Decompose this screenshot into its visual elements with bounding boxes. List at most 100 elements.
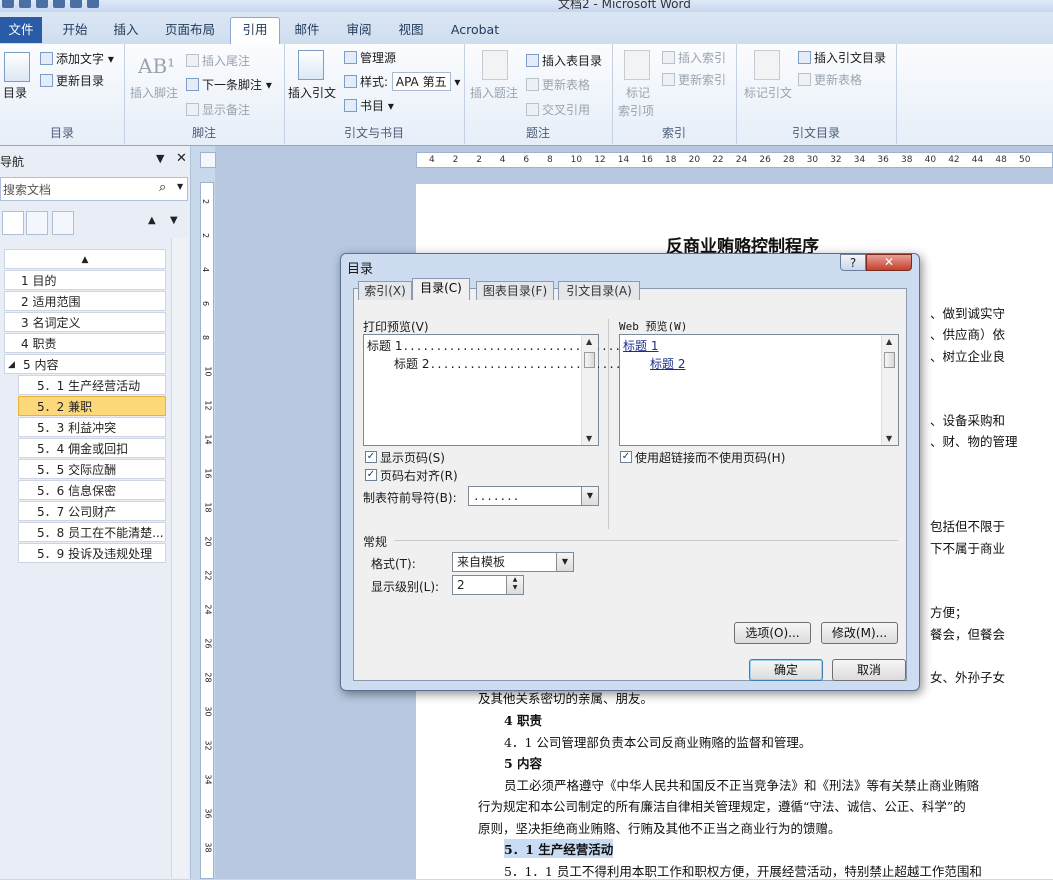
tab-review[interactable]: 审阅 <box>338 18 380 42</box>
chevron-down-icon[interactable]: ▼ <box>581 487 598 505</box>
modify-button[interactable]: 修改(M)... <box>821 622 898 644</box>
style-value[interactable]: APA 第五 <box>391 72 451 91</box>
tab-leader-select[interactable]: ....... ▼ <box>468 486 599 506</box>
preview-icon[interactable] <box>87 0 99 8</box>
insert-index-button[interactable]: 插入索引 <box>662 49 726 66</box>
bibliography-button[interactable]: 书目 ▾ <box>344 97 394 114</box>
tab-references[interactable]: 引用 <box>230 17 280 45</box>
nav-item-3[interactable]: 3 名词定义 <box>4 312 166 332</box>
tab-insert[interactable]: 插入 <box>106 18 146 42</box>
tab-stop-selector[interactable] <box>200 152 216 168</box>
nav-item-5-2[interactable]: 5．2 兼职 <box>18 396 166 416</box>
nav-search-input[interactable]: 搜索文档 ⌕ ▼ <box>0 177 188 201</box>
use-hyperlinks-checkbox[interactable]: ✓ <box>620 451 632 463</box>
update-toc-button[interactable]: 更新目录 <box>40 72 104 89</box>
search-icon[interactable]: ⌕ <box>159 180 166 195</box>
pages-view-icon[interactable] <box>26 211 48 235</box>
dialog-close-button[interactable]: ✕ <box>866 254 912 271</box>
update-toa-button[interactable]: 更新表格 <box>798 71 862 88</box>
tab-mailings[interactable]: 邮件 <box>286 18 328 42</box>
web-preview-box[interactable]: 标题 1 标题 2 ▲ ▼ <box>619 334 899 446</box>
options-button[interactable]: 选项(O)... <box>734 622 811 644</box>
tab-toc[interactable]: 目录(C) <box>412 278 470 300</box>
chevron-down-icon[interactable]: ▼ <box>156 152 164 165</box>
tab-view[interactable]: 视图 <box>390 18 432 42</box>
next-heading-icon[interactable]: ▼ <box>170 215 178 226</box>
scroll-up-icon[interactable]: ▲ <box>886 337 892 346</box>
show-page-numbers-checkbox[interactable]: ✓ <box>365 451 377 463</box>
right-align-checkbox[interactable]: ✓ <box>365 469 377 481</box>
tab-table-of-figures[interactable]: 图表目录(F) <box>476 281 554 300</box>
new-doc-icon[interactable] <box>53 0 65 8</box>
nav-item-5-1[interactable]: 5．1 生产经营活动 <box>18 375 166 395</box>
tab-file[interactable]: 文件 <box>0 17 42 43</box>
show-levels-stepper[interactable]: 2 ▲ ▼ <box>452 575 524 595</box>
previous-heading-icon[interactable]: ▲ <box>148 215 156 226</box>
nav-item-5-6[interactable]: 5．6 信息保密 <box>18 480 166 500</box>
scroll-down-icon[interactable]: ▼ <box>586 434 592 443</box>
undo-icon[interactable] <box>19 0 31 8</box>
print-preview-scrollbar[interactable]: ▲ ▼ <box>581 335 598 445</box>
cross-reference-button[interactable]: 交叉引用 <box>526 101 590 118</box>
tab-index[interactable]: 索引(X) <box>358 281 412 300</box>
nav-item-4[interactable]: 4 职责 <box>4 333 166 353</box>
web-preview-scrollbar[interactable]: ▲ ▼ <box>881 335 898 445</box>
next-footnote-button[interactable]: 下一条脚注 ▾ <box>186 76 272 93</box>
save-icon[interactable] <box>2 0 14 8</box>
web-preview-link-1[interactable]: 标题 1 <box>623 337 658 354</box>
nav-item-5-8[interactable]: 5．8 员工在不能清楚... <box>18 522 166 542</box>
close-icon[interactable]: ✕ <box>176 151 187 166</box>
show-notes-button[interactable]: 显示备注 <box>186 101 250 118</box>
cancel-button[interactable]: 取消 <box>832 659 906 681</box>
stepper-arrows-icon[interactable]: ▲ ▼ <box>506 576 523 594</box>
nav-item-5-7[interactable]: 5．7 公司财产 <box>18 501 166 521</box>
nav-item-5[interactable]: ◢ 5 内容 <box>4 354 166 374</box>
scroll-down-icon[interactable]: ▼ <box>886 434 892 443</box>
style-selector[interactable]: 样式: APA 第五 ▾ <box>344 72 460 91</box>
mark-citation-button[interactable]: 标记引文 <box>744 84 792 101</box>
add-text-button[interactable]: 添加文字 ▾ <box>40 50 114 67</box>
scroll-thumb[interactable] <box>584 352 595 368</box>
headings-view-icon[interactable] <box>2 211 24 235</box>
nav-item-5-4[interactable]: 5．4 佣金或回扣 <box>18 438 166 458</box>
nav-scrollbar[interactable] <box>171 238 188 878</box>
insert-toa-button[interactable]: 插入引文目录 <box>798 49 886 66</box>
ok-button[interactable]: 确定 <box>749 659 823 681</box>
insert-citation-button[interactable]: 插入引文 <box>288 84 336 101</box>
vertical-ruler[interactable]: 2 2 4 6 8 10 12 14 16 18 20 22 24 26 28 30 32 34 36 38 <box>200 182 214 879</box>
nav-scroll-top[interactable]: ▲ <box>4 249 166 269</box>
nav-item-5-9[interactable]: 5．9 投诉及违规处理 <box>18 543 166 563</box>
chevron-down-icon[interactable]: ▼ <box>556 553 573 571</box>
results-view-icon[interactable] <box>52 211 74 235</box>
print-preview-box[interactable]: 标题 1....................................… <box>363 334 675 446</box>
horizontal-ruler[interactable]: 4 2 2 4 6 8 10 12 14 16 18 20 22 24 26 28 30 32 34 36 38 40 42… <box>416 152 1053 168</box>
print-icon[interactable] <box>70 0 82 8</box>
toc-button[interactable]: 目录 <box>3 84 27 101</box>
insert-caption-button[interactable]: 插入题注 <box>470 84 518 101</box>
mark-entry-button[interactable]: 标记 <box>626 84 650 101</box>
web-preview-link-2[interactable]: 标题 2 <box>650 355 685 372</box>
help-button[interactable]: ? <box>840 254 866 271</box>
redo-icon[interactable] <box>36 0 48 8</box>
collapse-icon[interactable]: ◢ <box>8 355 15 373</box>
tab-page-layout[interactable]: 页面布局 <box>158 18 222 42</box>
nav-item-5-5[interactable]: 5．5 交际应酬 <box>18 459 166 479</box>
manage-sources-button[interactable]: 管理源 <box>344 49 396 66</box>
tab-table-of-authorities[interactable]: 引文目录(A) <box>558 281 640 300</box>
search-options-icon[interactable]: ▼ <box>177 182 183 191</box>
update-index-button[interactable]: 更新索引 <box>662 71 726 88</box>
scroll-up-icon[interactable]: ▲ <box>586 337 592 346</box>
tab-home[interactable]: 开始 <box>52 18 98 42</box>
ruler-tick-label: 2 <box>476 155 482 165</box>
nav-item-2[interactable]: 2 适用范围 <box>4 291 166 311</box>
nav-item-5-3[interactable]: 5．3 利益冲突 <box>18 417 166 437</box>
tab-acrobat[interactable]: Acrobat <box>444 18 506 42</box>
nav-item-1[interactable]: 1 目的 <box>4 270 166 290</box>
ruler-tick-label: 32 <box>830 155 842 165</box>
insert-endnote-button[interactable]: 插入尾注 <box>186 52 250 69</box>
update-table-button[interactable]: 更新表格 <box>526 76 590 93</box>
scroll-thumb[interactable] <box>884 352 895 368</box>
insert-footnote-button[interactable]: 插入脚注 <box>130 84 178 101</box>
formats-select[interactable]: 来自模板 ▼ <box>452 552 574 572</box>
insert-table-of-figures-button[interactable]: 插入表目录 <box>526 52 602 69</box>
